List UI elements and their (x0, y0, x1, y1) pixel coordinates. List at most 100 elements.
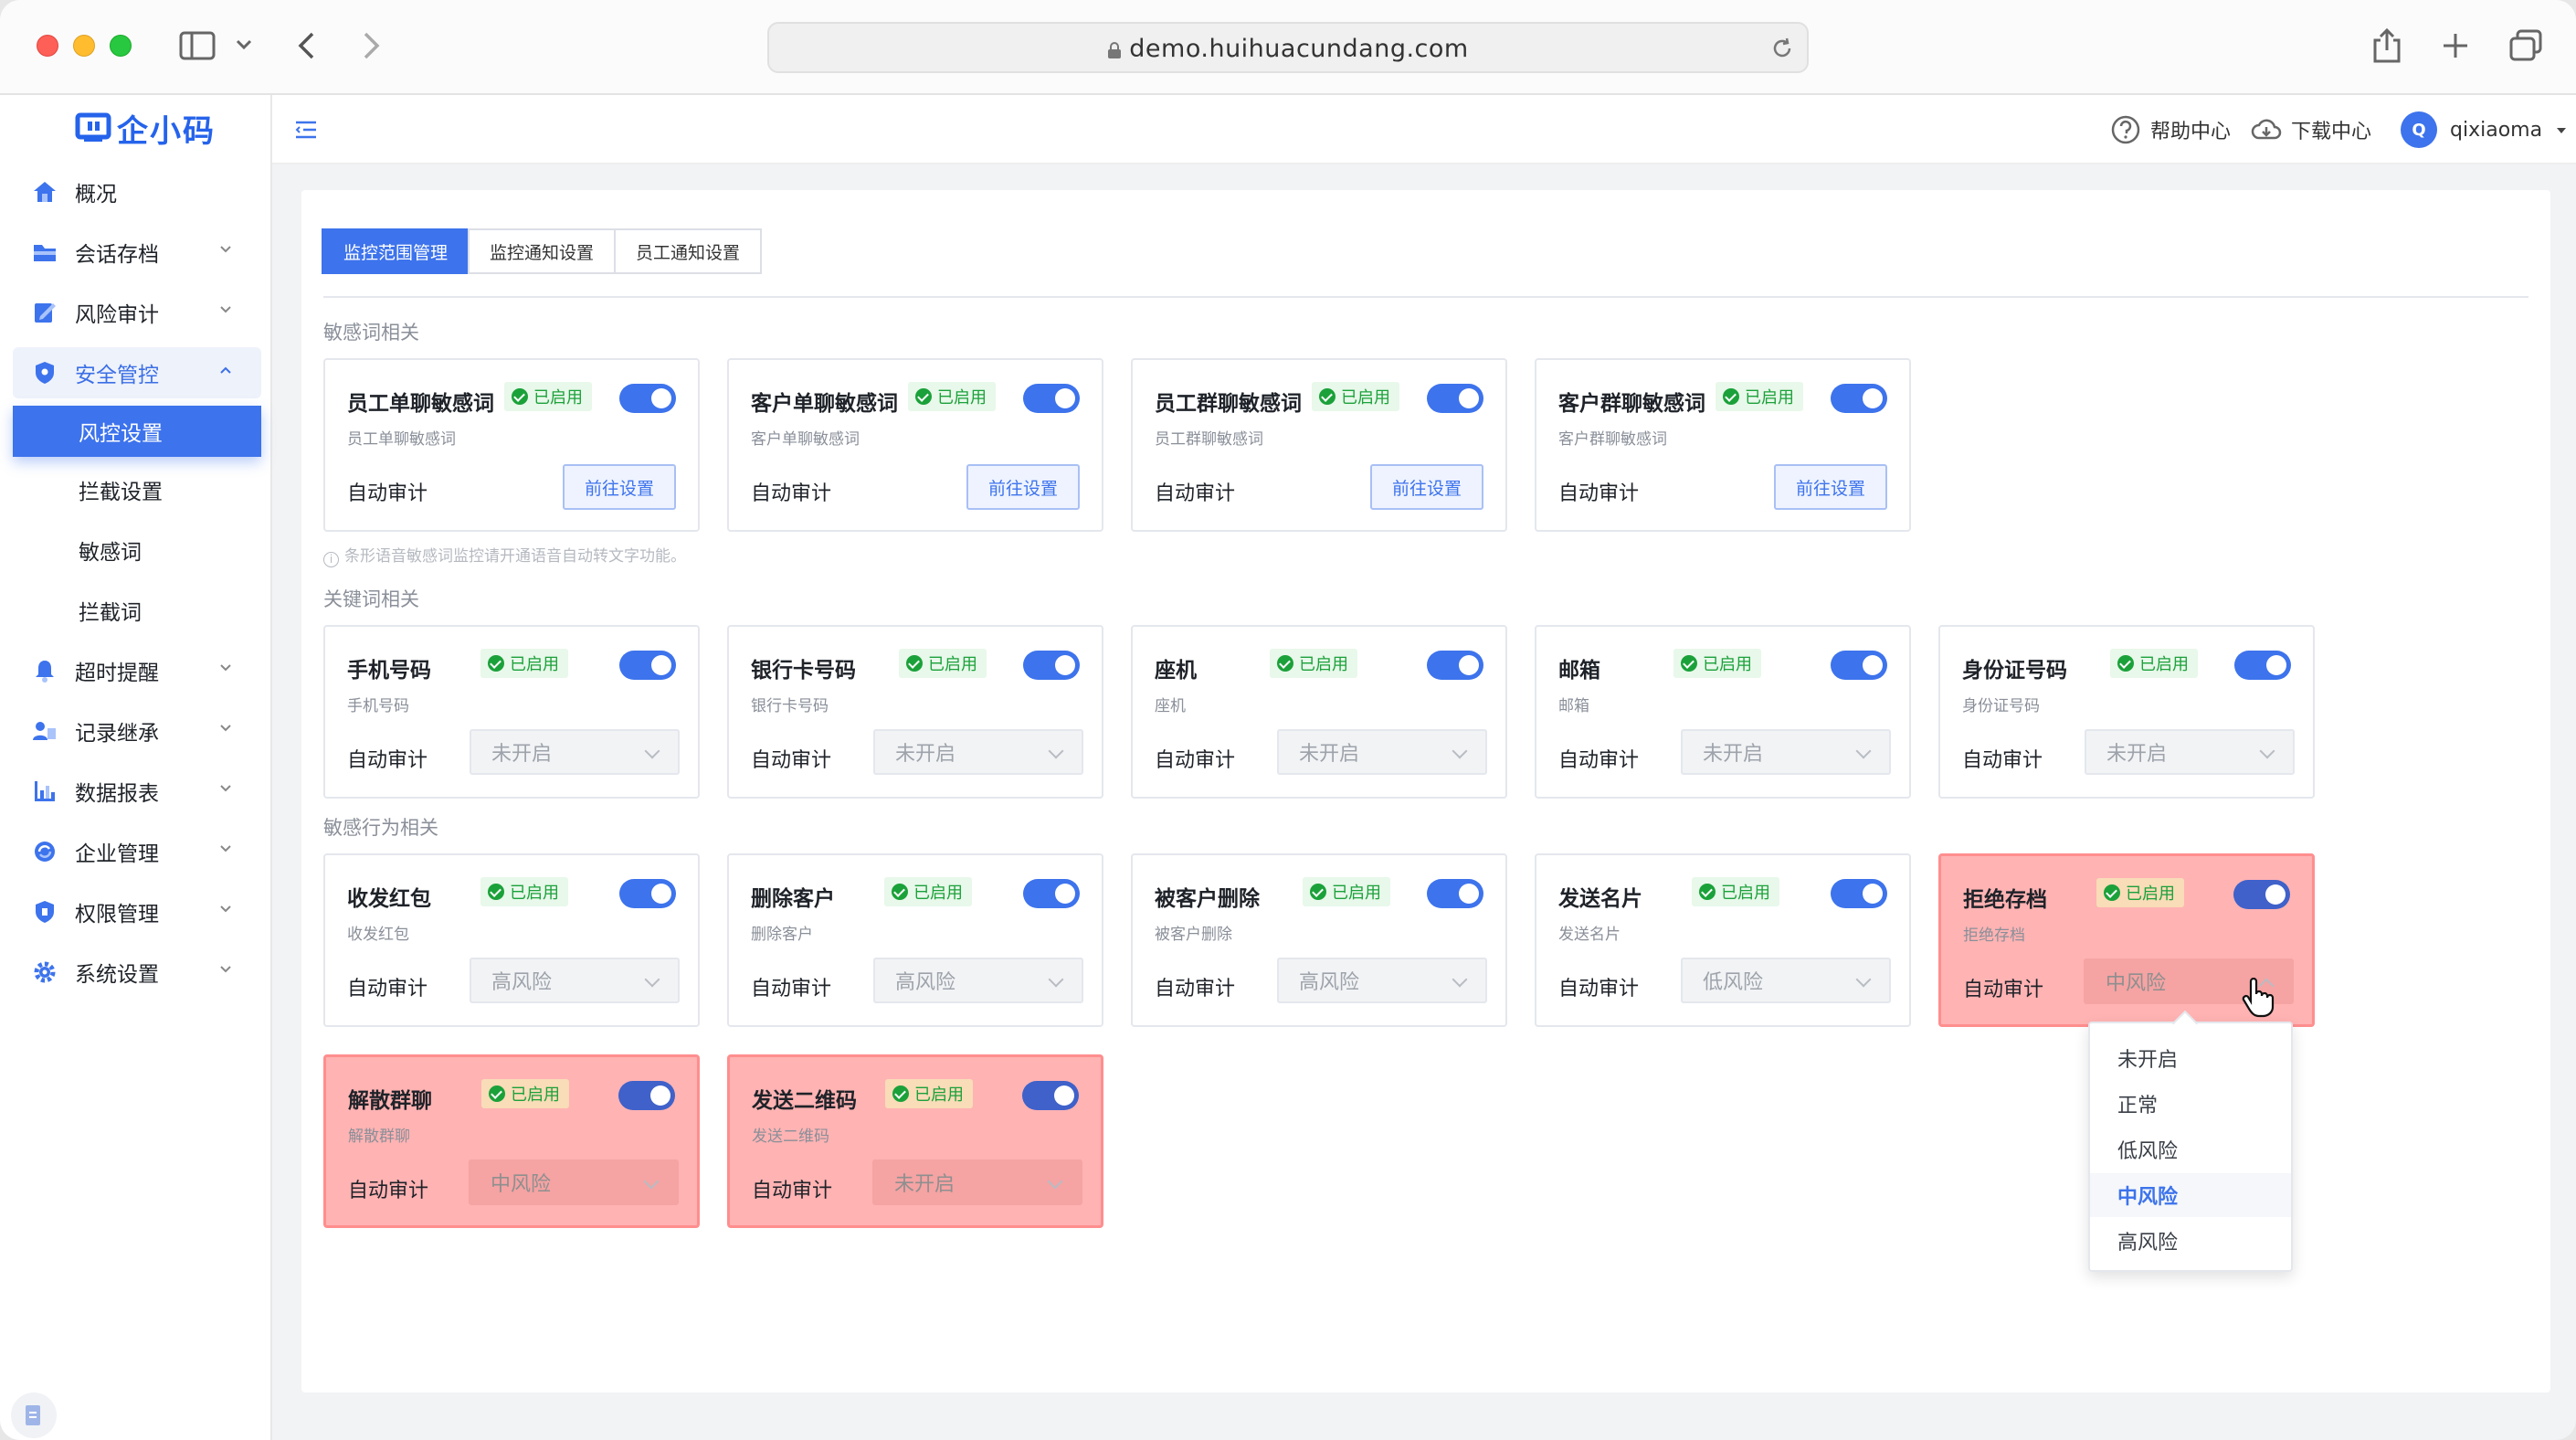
user-menu[interactable]: Q qixiaoma (2401, 111, 2568, 148)
sidebar-subitem-sensitive-words[interactable]: 敏感词 (13, 524, 261, 576)
tab-monitor-notify[interactable]: 监控通知设置 (468, 228, 617, 274)
new-tab-icon[interactable] (2441, 31, 2470, 60)
sidebar-subitem-intercept-settings[interactable]: 拦截设置 (13, 464, 261, 515)
go-setting-button[interactable]: 前往设置 (1774, 464, 1887, 510)
card-subtitle: 手机号码 (347, 697, 409, 715)
forward-arrow-icon[interactable] (362, 31, 382, 60)
risk-level-select[interactable]: 高风险 (470, 958, 680, 1003)
sidebar-item-data-report[interactable]: 数据报表 (13, 766, 261, 817)
docs-button[interactable] (11, 1392, 57, 1438)
enable-toggle[interactable] (1427, 651, 1483, 680)
risk-level-select[interactable]: 未开启 (872, 1159, 1082, 1205)
dropdown-option[interactable]: 正常 (2090, 1082, 2291, 1126)
sidebar-item-chat-archive[interactable]: 会话存档 (13, 227, 261, 278)
tab-staff-notify[interactable]: 员工通知设置 (614, 228, 763, 274)
dropdown-option[interactable]: 低风险 (2090, 1128, 2291, 1171)
sidebar: 企小码 概况 会话存档 风险审计 安全管控 风控设置 拦截设置 敏感词 拦截词 … (0, 95, 272, 1440)
menu-collapse-icon[interactable] (294, 119, 320, 141)
minimize-window-button[interactable] (73, 35, 95, 57)
risk-level-value: 高风险 (1299, 971, 1360, 994)
sidebar-item-label: 安全管控 (75, 364, 159, 387)
sidebar-item-record-inherit[interactable]: 记录继承 (13, 705, 261, 757)
sidebar-toggle-icon[interactable] (179, 31, 216, 60)
risk-level-select[interactable]: 未开启 (1681, 729, 1891, 775)
back-arrow-icon[interactable] (296, 31, 316, 60)
status-badge: 已启用 (884, 877, 972, 906)
enable-toggle[interactable] (1022, 1081, 1079, 1110)
help-center-link[interactable]: 帮助中心 (2110, 113, 2231, 146)
status-badge-text: 已启用 (914, 1085, 964, 1105)
risk-level-select[interactable]: 高风险 (1277, 958, 1487, 1003)
risk-level-select[interactable]: 低风险 (1681, 958, 1891, 1003)
status-badge-text: 已启用 (1745, 388, 1794, 408)
dropdown-option[interactable]: 高风险 (2090, 1219, 2291, 1263)
app-topbar: 帮助中心 下载中心 Q qixiaoma (272, 95, 2576, 164)
enable-toggle[interactable] (619, 879, 676, 908)
sidebar-item-enterprise[interactable]: 企业管理 (13, 826, 261, 877)
status-badge-text: 已启用 (2139, 655, 2189, 674)
section-title-keywords: 关键词相关 (323, 588, 419, 610)
risk-level-select[interactable]: 中风险 (469, 1159, 679, 1205)
enable-toggle[interactable] (619, 384, 676, 413)
risk-level-value: 低风险 (1703, 971, 1764, 994)
auto-audit-label: 自动审计 (1963, 979, 2044, 1001)
card-subtitle: 发送二维码 (752, 1128, 829, 1146)
share-icon[interactable] (2371, 27, 2402, 64)
go-setting-button[interactable]: 前往设置 (563, 464, 676, 510)
go-setting-button[interactable]: 前往设置 (966, 464, 1080, 510)
risk-level-select[interactable]: 未开启 (470, 729, 680, 775)
enable-toggle[interactable] (1427, 384, 1483, 413)
username: qixiaoma (2450, 118, 2543, 142)
tab-monitor-scope[interactable]: 监控范围管理 (322, 228, 470, 274)
sidebar-subitem-intercept-words[interactable]: 拦截词 (13, 585, 261, 636)
risk-level-select[interactable]: 高风险 (873, 958, 1083, 1003)
enable-toggle[interactable] (619, 651, 676, 680)
enable-toggle[interactable] (1023, 879, 1080, 908)
enable-toggle[interactable] (2233, 880, 2290, 909)
zoom-window-button[interactable] (110, 35, 132, 57)
download-center-link[interactable]: 下载中心 (2251, 113, 2371, 146)
dropdown-option[interactable]: 中风险 (2090, 1173, 2291, 1217)
go-setting-button[interactable]: 前往设置 (1370, 464, 1483, 510)
risk-level-select[interactable]: 未开启 (873, 729, 1083, 775)
sidebar-item-label: 权限管理 (75, 903, 159, 926)
sidebar-item-security[interactable]: 安全管控 (13, 347, 261, 398)
reload-icon[interactable] (1770, 37, 1794, 60)
status-badge-text: 已启用 (1332, 884, 1381, 903)
enable-toggle[interactable] (1831, 651, 1887, 680)
sidebar-item-timeout-reminder[interactable]: 超时提醒 (13, 645, 261, 696)
logo: 企小码 (75, 110, 216, 150)
dropdown-option[interactable]: 未开启 (2090, 1036, 2291, 1080)
sidebar-item-permission[interactable]: 权限管理 (13, 886, 261, 937)
sidebar-item-risk-audit[interactable]: 风险审计 (13, 287, 261, 338)
enable-toggle[interactable] (1023, 384, 1080, 413)
auto-audit-label: 自动审计 (348, 1180, 429, 1202)
address-bar[interactable]: demo.huihuacundang.com (767, 22, 1809, 73)
logo-icon (75, 112, 111, 142)
sidebar-item-overview[interactable]: 概况 (13, 166, 261, 217)
sidebar-subitem-risk-settings[interactable]: 风控设置 (13, 406, 261, 457)
tab-divider (323, 296, 2528, 298)
enable-toggle[interactable] (1427, 879, 1483, 908)
enable-toggle[interactable] (2234, 651, 2291, 680)
tab-overview-icon[interactable] (2508, 29, 2543, 62)
enable-toggle[interactable] (1831, 384, 1887, 413)
section-title-sensitive-words: 敏感词相关 (323, 322, 419, 344)
sidebar-subitem-label: 敏感词 (79, 541, 142, 565)
check-circle-icon (1310, 884, 1326, 900)
help-center-label: 帮助中心 (2150, 121, 2232, 143)
sidebar-item-label: 企业管理 (75, 842, 159, 866)
risk-level-select[interactable]: 未开启 (2085, 729, 2295, 775)
status-badge: 已启用 (504, 382, 592, 411)
close-window-button[interactable] (37, 35, 58, 57)
enable-toggle[interactable] (618, 1081, 675, 1110)
enable-toggle[interactable] (1831, 879, 1887, 908)
chevron-down-icon (1452, 971, 1468, 988)
enable-toggle[interactable] (1023, 651, 1080, 680)
tab-bar: 监控范围管理 监控通知设置 员工通知设置 (322, 228, 763, 274)
gear-icon (31, 958, 58, 986)
risk-level-select[interactable]: 未开启 (1277, 729, 1487, 775)
sidebar-item-system-settings[interactable]: 系统设置 (13, 947, 261, 998)
chevron-down-icon[interactable] (236, 38, 252, 51)
browser-window: demo.huihuacundang.com 企小码 概况 会话存档 风险审计 (0, 0, 2576, 1440)
